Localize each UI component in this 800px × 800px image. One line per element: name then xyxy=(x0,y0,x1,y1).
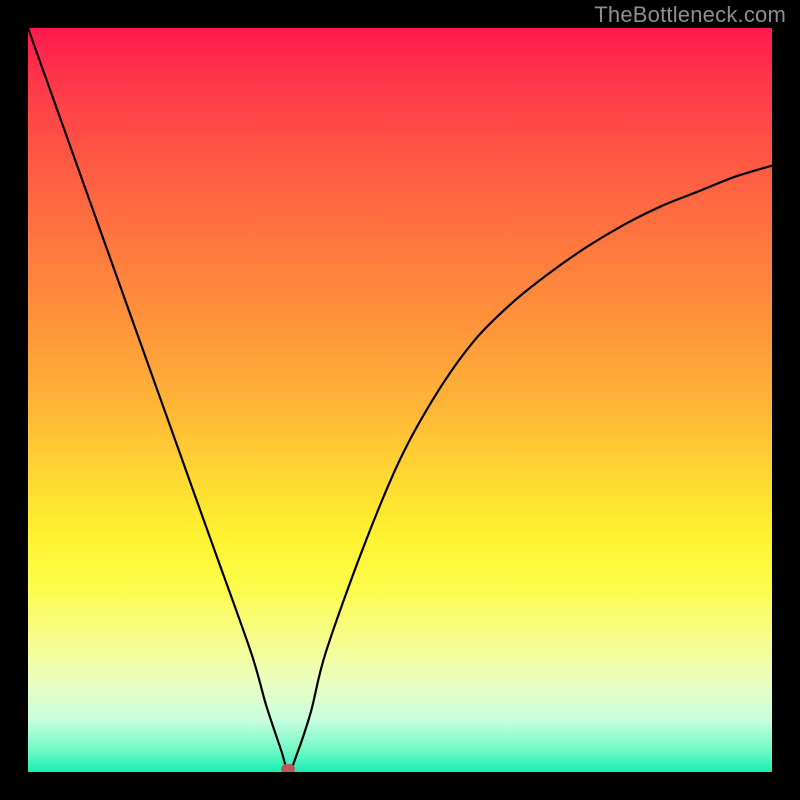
minimum-marker xyxy=(281,764,295,772)
bottleneck-curve xyxy=(28,28,772,772)
chart-frame: TheBottleneck.com xyxy=(0,0,800,800)
watermark-text: TheBottleneck.com xyxy=(594,2,786,28)
plot-area xyxy=(28,28,772,772)
